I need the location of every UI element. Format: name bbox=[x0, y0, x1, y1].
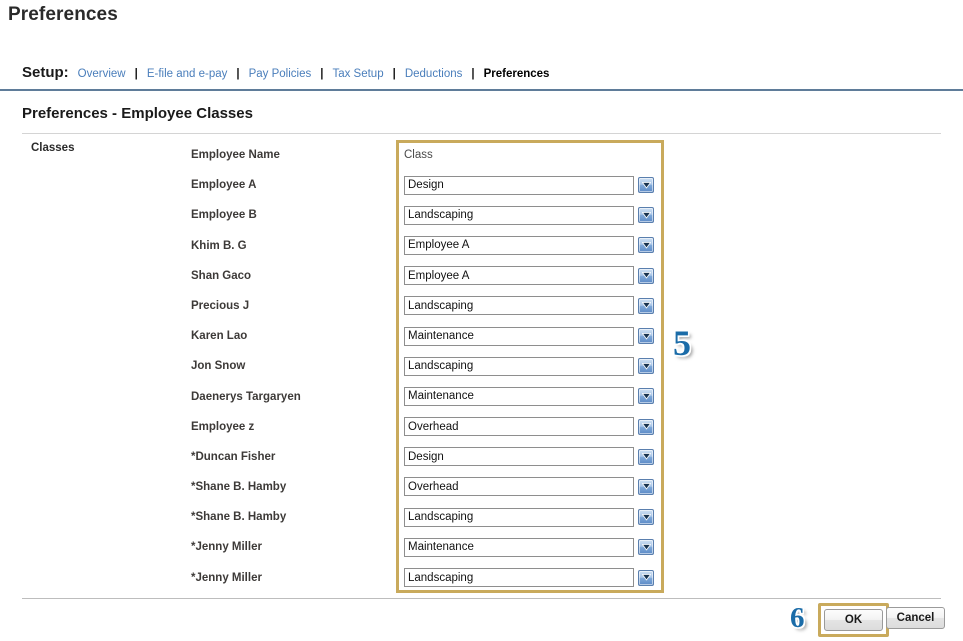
class-input[interactable] bbox=[404, 266, 634, 286]
employee-name-cell: Karen Lao bbox=[191, 330, 248, 343]
setup-nav: Setup: Overview | E-file and e-pay | Pay… bbox=[22, 64, 549, 81]
employee-name-cell: *Shane B. Hamby bbox=[191, 481, 287, 494]
nav-separator: | bbox=[392, 68, 396, 80]
class-input[interactable] bbox=[404, 417, 634, 437]
chevron-down-icon[interactable] bbox=[638, 328, 654, 345]
employee-name-cell: *Jenny Miller bbox=[191, 541, 262, 554]
nav-link-tax-setup[interactable]: Tax Setup bbox=[332, 68, 383, 80]
nav-separator: | bbox=[320, 68, 324, 80]
nav-link-pay-policies[interactable]: Pay Policies bbox=[249, 68, 312, 80]
nav-link-deductions[interactable]: Deductions bbox=[405, 68, 463, 80]
employee-name-cell: Employee B bbox=[191, 209, 257, 222]
chevron-down-icon[interactable] bbox=[638, 418, 654, 435]
class-input[interactable] bbox=[404, 386, 634, 406]
chevron-down-icon[interactable] bbox=[638, 539, 654, 556]
cancel-button[interactable]: Cancel bbox=[886, 607, 945, 629]
employee-name-cell: Precious J bbox=[191, 299, 250, 312]
callout-badge-5: 5 bbox=[673, 323, 691, 363]
class-row bbox=[404, 200, 654, 230]
class-row bbox=[404, 381, 654, 411]
class-header: Class bbox=[404, 149, 433, 161]
ok-button-highlight-box: OK bbox=[818, 603, 889, 637]
callout-badge-6: 6 bbox=[790, 602, 805, 634]
chevron-down-icon[interactable] bbox=[638, 358, 654, 375]
class-row bbox=[404, 472, 654, 502]
chevron-down-icon[interactable] bbox=[638, 388, 654, 405]
chevron-down-icon[interactable] bbox=[638, 207, 654, 224]
nav-separator: | bbox=[471, 68, 475, 80]
employee-name-cell: *Duncan Fisher bbox=[191, 450, 276, 463]
employee-name-cell: Daenerys Targaryen bbox=[191, 390, 301, 403]
nav-link-efile-and-epay[interactable]: E-file and e-pay bbox=[147, 68, 228, 80]
page-title: Preferences bbox=[8, 4, 118, 25]
chevron-down-icon[interactable] bbox=[638, 509, 654, 526]
class-input[interactable] bbox=[404, 326, 634, 346]
employee-name-cell: *Jenny Miller bbox=[191, 571, 262, 584]
employee-name-cell: Jon Snow bbox=[191, 360, 246, 373]
ok-button[interactable]: OK bbox=[824, 609, 883, 631]
class-row bbox=[404, 532, 654, 562]
employee-name-cell: Employee A bbox=[191, 179, 257, 192]
class-row bbox=[404, 230, 654, 260]
chevron-down-icon[interactable] bbox=[638, 478, 654, 495]
class-input[interactable] bbox=[404, 568, 634, 588]
employee-name-header: Employee Name bbox=[191, 149, 280, 161]
nav-separator: | bbox=[236, 68, 240, 80]
chevron-down-icon[interactable] bbox=[638, 177, 654, 194]
class-row bbox=[404, 562, 654, 592]
chevron-down-icon[interactable] bbox=[638, 569, 654, 586]
class-row bbox=[404, 412, 654, 442]
nav-divider bbox=[0, 89, 963, 91]
class-input[interactable] bbox=[404, 356, 634, 376]
nav-link-preferences[interactable]: Preferences bbox=[484, 68, 550, 80]
class-column: Class bbox=[404, 146, 654, 593]
footer-divider bbox=[22, 598, 941, 599]
class-row bbox=[404, 321, 654, 351]
chevron-down-icon[interactable] bbox=[638, 297, 654, 314]
class-row bbox=[404, 351, 654, 381]
section-divider bbox=[22, 133, 941, 134]
employee-name-cell: Khim B. G bbox=[191, 239, 247, 252]
class-input[interactable] bbox=[404, 205, 634, 225]
class-row bbox=[404, 261, 654, 291]
chevron-down-icon[interactable] bbox=[638, 448, 654, 465]
class-input[interactable] bbox=[404, 235, 634, 255]
nav-separator: | bbox=[134, 68, 138, 80]
employee-name-cell: *Shane B. Hamby bbox=[191, 511, 287, 524]
class-row bbox=[404, 442, 654, 472]
class-input[interactable] bbox=[404, 507, 634, 527]
classes-row-label: Classes bbox=[31, 142, 75, 154]
class-input[interactable] bbox=[404, 296, 634, 316]
employee-name-cell: Shan Gaco bbox=[191, 269, 252, 282]
nav-link-overview[interactable]: Overview bbox=[78, 68, 126, 80]
class-input[interactable] bbox=[404, 447, 634, 467]
class-row bbox=[404, 502, 654, 532]
chevron-down-icon[interactable] bbox=[638, 267, 654, 284]
class-row bbox=[404, 291, 654, 321]
setup-nav-label: Setup: bbox=[22, 64, 69, 81]
class-input[interactable] bbox=[404, 537, 634, 557]
chevron-down-icon[interactable] bbox=[638, 237, 654, 254]
employee-name-cell: Employee z bbox=[191, 420, 255, 433]
section-title: Preferences - Employee Classes bbox=[22, 105, 253, 122]
employee-name-column: Employee Name Employee A Employee B Khim… bbox=[191, 146, 391, 599]
class-input[interactable] bbox=[404, 175, 634, 195]
class-input[interactable] bbox=[404, 477, 634, 497]
class-row bbox=[404, 170, 654, 200]
